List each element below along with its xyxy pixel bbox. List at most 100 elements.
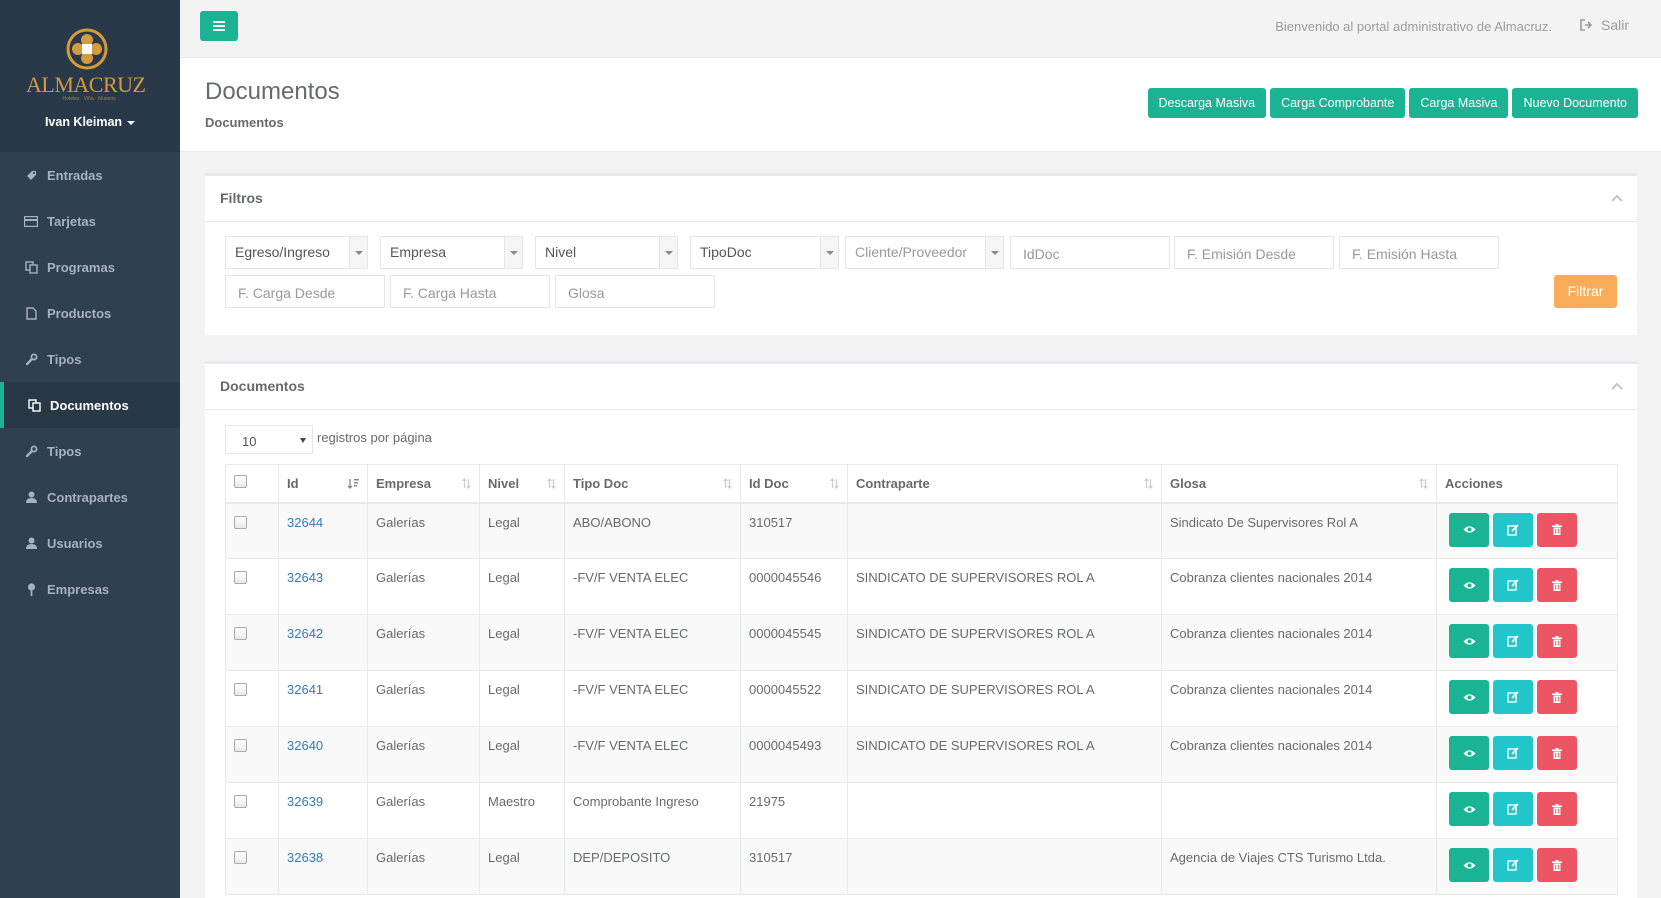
sort-icon <box>1144 478 1153 489</box>
column-header-id[interactable]: Id <box>278 464 368 504</box>
delete-button[interactable] <box>1537 736 1577 770</box>
cell-id-doc: 21975 <box>740 782 848 839</box>
delete-button[interactable] <box>1537 512 1577 547</box>
upload-date-from-input[interactable]: F. Carga Desde <box>225 275 385 308</box>
column-header-contraparte[interactable]: Contraparte <box>847 464 1162 504</box>
edit-button[interactable] <box>1493 512 1533 547</box>
row-checkbox[interactable] <box>234 515 247 529</box>
sidebar-item-empresas[interactable]: Empresas <box>0 566 180 612</box>
sidebar-item-entradas[interactable]: Entradas <box>0 152 180 198</box>
edit-icon <box>1507 803 1519 815</box>
upload-date-to-input[interactable]: F. Carga Hasta <box>390 275 550 308</box>
delete-button[interactable] <box>1537 792 1577 826</box>
sort-desc-icon <box>348 479 359 489</box>
upload-voucher-button[interactable]: Carga Comprobante <box>1270 88 1406 118</box>
cell-nivel: Legal <box>479 726 565 783</box>
cell-id: 32642 <box>278 614 368 671</box>
edit-button[interactable] <box>1493 792 1533 826</box>
document-id-link[interactable]: 32644 <box>287 515 323 530</box>
trash-icon <box>1552 524 1562 535</box>
edit-button[interactable] <box>1493 848 1533 882</box>
filter-button[interactable]: Filtrar <box>1554 275 1617 308</box>
document-id-link[interactable]: 32640 <box>287 738 323 753</box>
sidebar-item-documentos[interactable]: Documentos <box>0 382 180 428</box>
document-id-link[interactable]: 32643 <box>287 570 323 585</box>
delete-button[interactable] <box>1537 848 1577 882</box>
sidebar-item-tipos[interactable]: Tipos <box>0 336 180 382</box>
view-button[interactable] <box>1449 792 1489 826</box>
column-header-tipo-doc[interactable]: Tipo Doc <box>564 464 741 504</box>
cell-tipo-doc: Comprobante Ingreso <box>564 782 741 839</box>
delete-button[interactable] <box>1537 624 1577 658</box>
sidebar-item-productos[interactable]: Productos <box>0 290 180 336</box>
row-checkbox[interactable] <box>234 795 247 808</box>
column-header-glosa[interactable]: Glosa <box>1161 464 1437 504</box>
type-select[interactable]: Egreso/Ingreso <box>225 236 368 269</box>
heading-actions: Descarga Masiva Carga Comprobante Carga … <box>1147 88 1638 118</box>
row-checkbox[interactable] <box>234 851 247 864</box>
view-button[interactable] <box>1449 848 1489 882</box>
counterparty-select[interactable]: Cliente/Proveedor <box>845 236 1004 269</box>
edit-icon <box>1507 635 1519 647</box>
delete-button[interactable] <box>1537 568 1577 602</box>
edit-button[interactable] <box>1493 624 1533 658</box>
row-checkbox[interactable] <box>234 683 247 696</box>
select-all-checkbox[interactable] <box>234 475 247 489</box>
cell-actions <box>1436 614 1618 671</box>
row-checkbox[interactable] <box>234 739 247 752</box>
cell-actions <box>1436 726 1618 783</box>
edit-button[interactable] <box>1493 736 1533 770</box>
edit-button[interactable] <box>1493 680 1533 714</box>
cell-empresa: Galerías <box>367 726 480 783</box>
level-select[interactable]: Nivel <box>535 236 678 269</box>
view-button[interactable] <box>1449 568 1489 602</box>
sidebar-item-tipos-2[interactable]: Tipos <box>0 428 180 474</box>
column-header-empresa[interactable]: Empresa <box>367 464 480 504</box>
sidebar-item-label: Entradas <box>47 167 103 183</box>
table-body: 32644 Galerías Legal ABO/ABONO 310517 Sindica… <box>225 502 1618 895</box>
row-select-cell <box>225 558 279 615</box>
glosa-input[interactable]: Glosa <box>555 275 715 308</box>
company-select[interactable]: Empresa <box>380 236 523 269</box>
document-id-link[interactable]: 32638 <box>287 850 323 865</box>
document-id-link[interactable]: 32642 <box>287 626 323 641</box>
doc-type-select[interactable]: TipoDoc <box>690 236 839 269</box>
edit-button[interactable] <box>1493 568 1533 602</box>
logout-label: Salir <box>1600 17 1629 33</box>
issue-date-to-input[interactable]: F. Emisión Hasta <box>1339 236 1499 269</box>
wrench-icon <box>24 352 38 366</box>
cell-contraparte <box>847 838 1162 895</box>
chevron-up-icon[interactable] <box>1611 194 1623 202</box>
user-menu[interactable]: Ivan Kleiman <box>0 115 180 129</box>
row-checkbox[interactable] <box>234 571 247 584</box>
copy-icon <box>24 260 38 274</box>
bulk-upload-button[interactable]: Carga Masiva <box>1409 88 1509 118</box>
chevron-up-icon[interactable] <box>1611 382 1623 390</box>
column-header-nivel[interactable]: Nivel <box>479 464 565 504</box>
view-button[interactable] <box>1449 512 1489 547</box>
issue-date-from-input[interactable]: F. Emisión Desde <box>1174 236 1334 269</box>
bulk-download-button[interactable]: Descarga Masiva <box>1147 88 1267 118</box>
sidebar-item-tarjetas[interactable]: Tarjetas <box>0 198 180 244</box>
page-length-label: registros por página <box>317 430 432 445</box>
sidebar-item-label: Productos <box>47 305 112 321</box>
cell-glosa: Cobranza clientes nacionales 2014 <box>1161 726 1437 783</box>
view-button[interactable] <box>1449 736 1489 770</box>
sidebar-item-contrapartes[interactable]: Contrapartes <box>0 474 180 520</box>
column-header-id-doc[interactable]: Id Doc <box>740 464 848 504</box>
sidebar-item-usuarios[interactable]: Usuarios <box>0 520 180 566</box>
view-button[interactable] <box>1449 624 1489 658</box>
new-document-button[interactable]: Nuevo Documento <box>1512 88 1638 118</box>
row-checkbox[interactable] <box>234 627 247 640</box>
document-id-link[interactable]: 32641 <box>287 682 323 697</box>
document-id-link[interactable]: 32639 <box>287 794 323 809</box>
logout-link[interactable]: Salir <box>1580 17 1629 33</box>
iddoc-input[interactable]: IdDoc <box>1010 236 1170 269</box>
sidebar-item-programas[interactable]: Programas <box>0 244 180 290</box>
view-button[interactable] <box>1449 680 1489 714</box>
page-length-select[interactable]: 10 <box>225 425 313 454</box>
sort-icon <box>462 478 471 489</box>
delete-button[interactable] <box>1537 680 1577 714</box>
cell-empresa: Galerías <box>367 838 480 895</box>
menu-toggle-button[interactable] <box>200 11 238 41</box>
